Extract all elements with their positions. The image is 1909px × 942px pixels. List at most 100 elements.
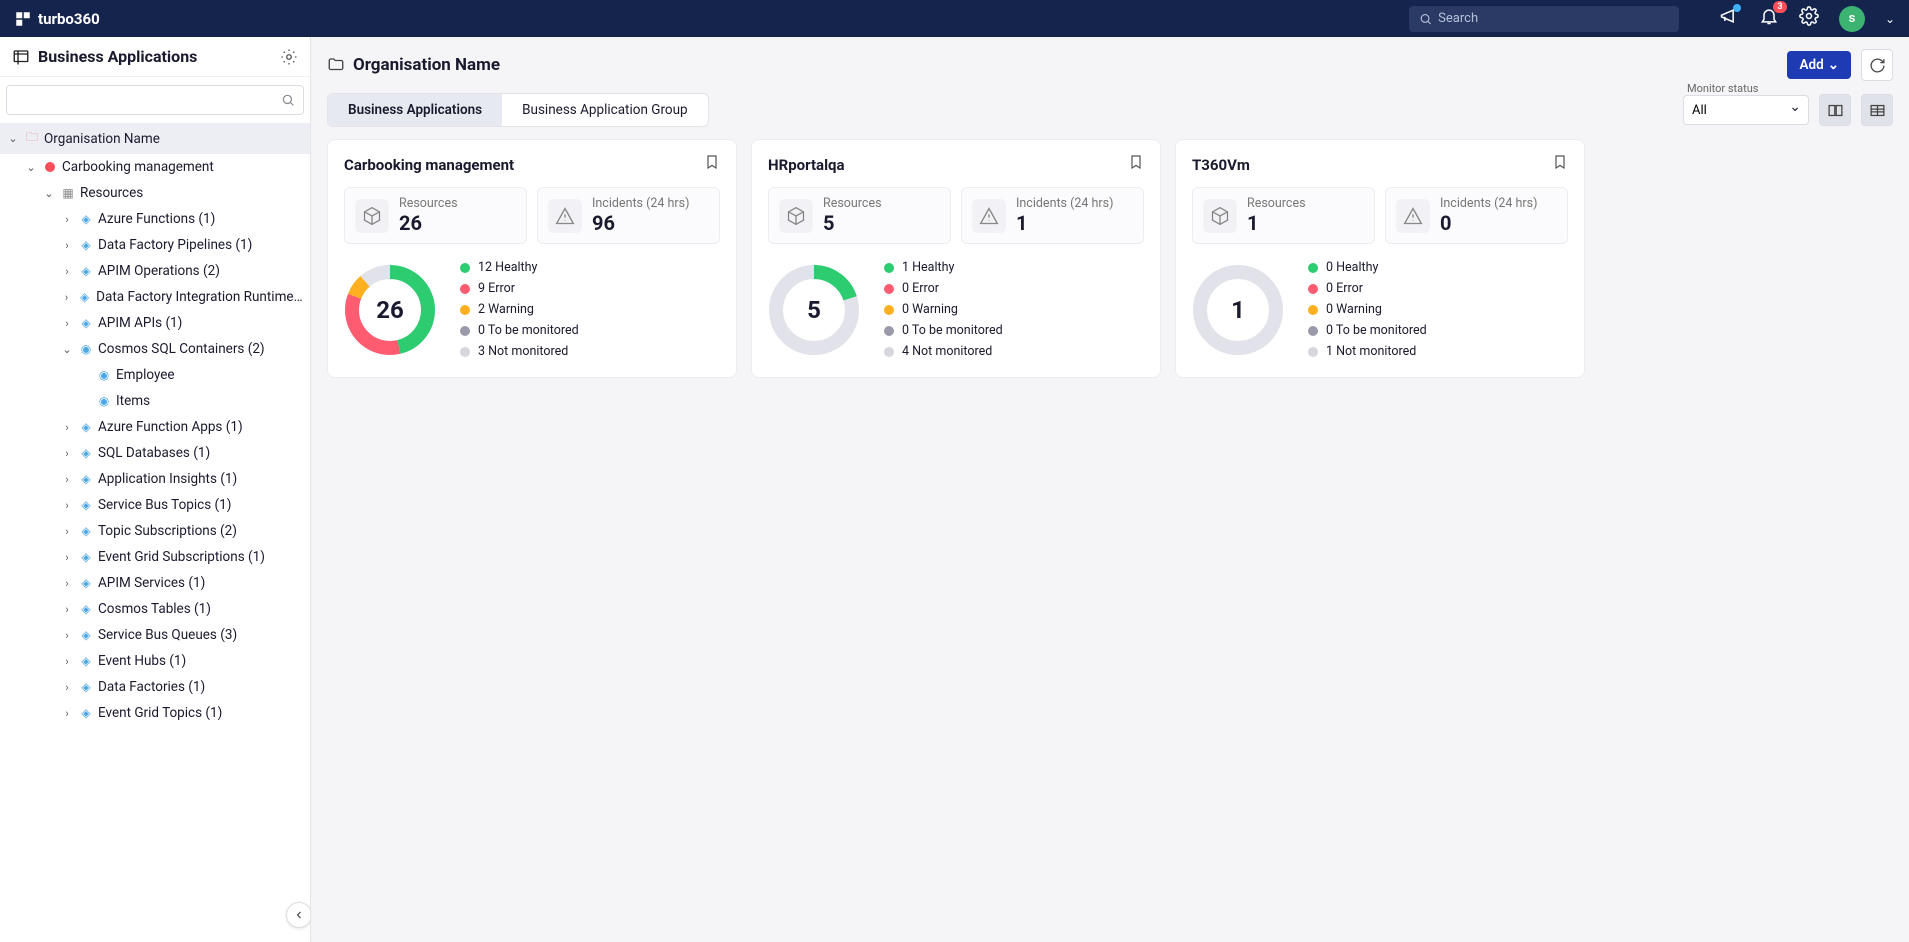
apps-icon xyxy=(12,48,30,66)
tree-node[interactable]: ›◈Event Grid Topics (1) xyxy=(0,700,310,726)
legend: 12 Healthy 9 Error 2 Warning 0 To be mon… xyxy=(460,260,579,359)
app-card[interactable]: T360Vm Resources1 Incidents (24 hrs)0 1 … xyxy=(1175,139,1585,378)
legend-dot-error xyxy=(460,284,470,294)
service-icon: ◈ xyxy=(78,420,94,434)
app-card[interactable]: HRportalqa Resources5 Incidents (24 hrs)… xyxy=(751,139,1161,378)
tree-node[interactable]: ›◈Event Hubs (1) xyxy=(0,648,310,674)
tree-label: Resources xyxy=(80,185,143,201)
tree-node[interactable]: ›◈Cosmos Tables (1) xyxy=(0,596,310,622)
metric-resources: Resources5 xyxy=(768,187,951,244)
tree-node[interactable]: ›◈Azure Function Apps (1) xyxy=(0,414,310,440)
twisty-icon: › xyxy=(60,551,74,564)
tree-node[interactable]: ›◈Data Factory Pipelines (1) xyxy=(0,232,310,258)
settings-icon[interactable] xyxy=(1799,6,1819,31)
cube-icon xyxy=(355,199,389,233)
tree-node[interactable]: ›◈SQL Databases (1) xyxy=(0,440,310,466)
service-icon: ◈ xyxy=(77,290,92,304)
twisty-icon: ⌄ xyxy=(24,161,38,174)
bookmark-icon[interactable] xyxy=(704,154,720,175)
legend: 1 Healthy 0 Error 0 Warning 0 To be moni… xyxy=(884,260,1003,359)
donut-total: 1 xyxy=(1192,264,1284,356)
sidebar-search[interactable] xyxy=(6,85,304,115)
monitor-status-select[interactable]: All xyxy=(1683,95,1809,125)
folder-icon: 🗀 xyxy=(24,128,40,149)
refresh-button[interactable] xyxy=(1861,49,1893,81)
tree-node[interactable]: › ◈ Service Bus Topics (1) xyxy=(0,492,310,518)
tree-label: Data Factory Integration Runtimes (… xyxy=(96,289,304,305)
search-icon xyxy=(1419,12,1432,26)
twisty-icon: › xyxy=(60,707,74,720)
global-search[interactable] xyxy=(1409,6,1679,32)
card-title: Carbooking management xyxy=(344,156,514,174)
tree-node[interactable]: ⌄🗀Organisation Name xyxy=(0,123,310,154)
view-list-button[interactable] xyxy=(1861,94,1893,126)
twisty-icon: › xyxy=(60,629,74,642)
tree-node[interactable]: ⌄Carbooking management xyxy=(0,154,310,180)
legend-dot-warning xyxy=(884,305,894,315)
tree-node[interactable]: ›◈Application Insights (1) xyxy=(0,466,310,492)
bookmark-icon[interactable] xyxy=(1552,154,1568,175)
twisty-icon: › xyxy=(60,499,74,512)
alert-icon xyxy=(1396,199,1430,233)
cards-icon xyxy=(1827,102,1844,119)
tree-node[interactable]: ⌄◉Cosmos SQL Containers (2) xyxy=(0,336,310,362)
tree-node[interactable]: ›◈Service Bus Queues (3) xyxy=(0,622,310,648)
tree-node[interactable]: ◉Employee xyxy=(0,362,310,388)
view-cards-button[interactable] xyxy=(1819,94,1851,126)
user-avatar[interactable]: s xyxy=(1839,6,1865,32)
bookmark-icon[interactable] xyxy=(1128,154,1144,175)
refresh-icon xyxy=(1869,57,1886,74)
legend-dot-tbm xyxy=(460,326,470,336)
tree-label: Cosmos SQL Containers (2) xyxy=(98,341,265,357)
add-button[interactable]: Add ⌄ xyxy=(1787,51,1851,79)
tree-node[interactable]: ›◈Event Grid Subscriptions (1) xyxy=(0,544,310,570)
metric-incidents: Incidents (24 hrs)1 xyxy=(961,187,1144,244)
twisty-icon: › xyxy=(60,603,74,616)
tree-node[interactable]: ›◈APIM Services (1) xyxy=(0,570,310,596)
notifications-icon[interactable]: 3 xyxy=(1759,6,1779,31)
legend-dot-warning xyxy=(460,305,470,315)
tree-label: Service Bus Queues (3) xyxy=(98,627,237,643)
tree-label: Event Grid Subscriptions (1) xyxy=(98,549,265,565)
cube-icon xyxy=(1203,199,1237,233)
tree-label: Azure Function Apps (1) xyxy=(98,419,243,435)
tree-node[interactable]: ⌄▦Resources xyxy=(0,180,310,206)
cosmos-icon: ◉ xyxy=(78,342,94,356)
tree-node[interactable]: ◉Items xyxy=(0,388,310,414)
tree-node[interactable]: ›◈Topic Subscriptions (2) xyxy=(0,518,310,544)
tree-node[interactable]: ›◈Data Factory Integration Runtimes (… xyxy=(0,284,310,310)
tab-business-application-group[interactable]: Business Application Group xyxy=(502,94,708,126)
announcements-icon[interactable] xyxy=(1719,6,1739,31)
legend-dot-healthy xyxy=(1308,263,1318,273)
legend-dot-nm xyxy=(884,347,894,357)
service-icon: ◈ xyxy=(78,680,94,694)
search-input[interactable] xyxy=(1432,11,1669,26)
service-icon: ◈ xyxy=(78,524,94,538)
legend-dot-healthy xyxy=(460,263,470,273)
cube-icon xyxy=(779,199,813,233)
collapse-sidebar-button[interactable] xyxy=(286,902,311,928)
tree-node[interactable]: ›◈APIM APIs (1) xyxy=(0,310,310,336)
service-icon: ◈ xyxy=(78,472,94,486)
notification-count: 3 xyxy=(1773,1,1787,13)
tree-node[interactable]: ›◈Azure Functions (1) xyxy=(0,206,310,232)
brand-logo[interactable]: turbo360 xyxy=(14,10,100,28)
tree-label: Topic Subscriptions (2) xyxy=(98,523,237,539)
service-icon: ◈ xyxy=(78,498,94,512)
gear-icon[interactable] xyxy=(280,48,298,66)
twisty-icon: › xyxy=(60,265,74,278)
folder-icon xyxy=(327,56,345,74)
tree-label: Service Bus Topics (1) xyxy=(98,497,231,513)
twisty-icon: ⌄ xyxy=(6,132,20,145)
tree-node[interactable]: ›◈APIM Operations (2) xyxy=(0,258,310,284)
twisty-icon: ⌄ xyxy=(42,187,56,200)
tab-business-applications[interactable]: Business Applications xyxy=(328,94,502,126)
tree-label: APIM APIs (1) xyxy=(98,315,182,331)
app-header: turbo360 3 s ⌄ xyxy=(0,0,1909,37)
tree-node[interactable]: ›◈Data Factories (1) xyxy=(0,674,310,700)
legend-dot-tbm xyxy=(1308,326,1318,336)
user-menu-chevron-icon[interactable]: ⌄ xyxy=(1885,12,1895,26)
sidebar-search-input[interactable] xyxy=(15,93,281,108)
alert-icon xyxy=(972,199,1006,233)
app-card[interactable]: Carbooking management Resources26 Incide… xyxy=(327,139,737,378)
